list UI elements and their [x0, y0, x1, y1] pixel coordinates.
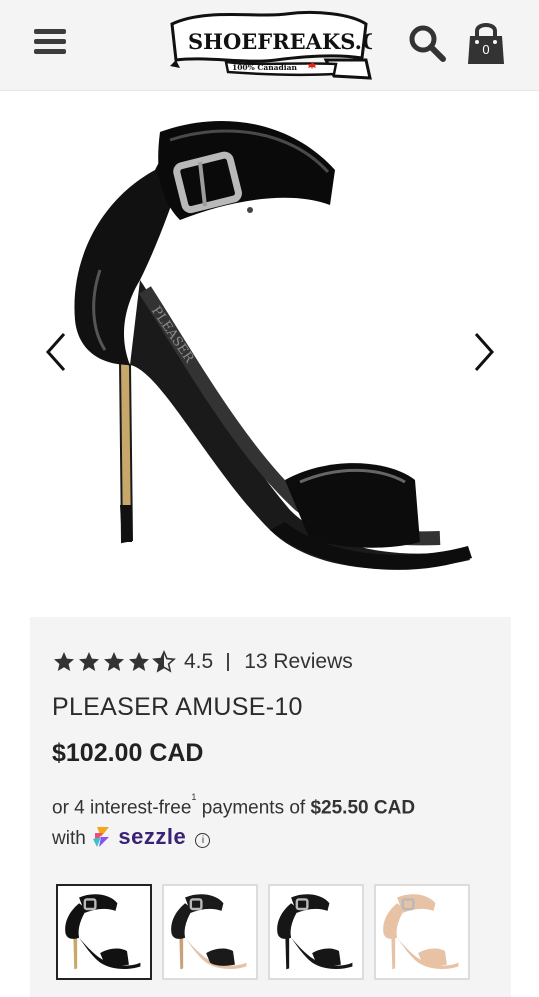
product-image[interactable]: PLEASER: [60, 110, 490, 590]
thumbnail-shoe-image: [383, 894, 459, 970]
installment-amount: $25.50 CAD: [310, 797, 416, 819]
installment-with: with: [52, 828, 86, 850]
thumbnail-shoe-image: [277, 894, 353, 970]
installment-footnote: 1: [191, 792, 197, 802]
menu-button[interactable]: [33, 26, 67, 58]
installment-middle: payments of: [196, 797, 311, 819]
thumbnail-black-nude[interactable]: [162, 884, 258, 980]
logo-text: SHOEFREAKS.CA: [188, 29, 372, 54]
search-icon[interactable]: [406, 22, 448, 64]
thumbnail-strip: [56, 884, 470, 980]
hamburger-icon-bar: [34, 39, 66, 44]
thumbnail-shoe-image: [171, 894, 247, 970]
hamburger-icon-bar: [34, 49, 66, 54]
rating-divider: [227, 653, 230, 671]
star-full-icon: [129, 652, 149, 671]
site-header: SHOEFREAKS.CA 100% Canadian 0: [0, 0, 539, 91]
next-image-arrow-icon[interactable]: [468, 330, 498, 374]
product-info-panel: 4.5 13 Reviews PLEASER AMUSE-10 $102.00 …: [30, 617, 511, 997]
cart-count: 0: [482, 42, 490, 57]
installment-info: or 4 interest-free1 payments of $25.50 C…: [52, 789, 502, 853]
star-full-icon: [104, 652, 124, 671]
logo-tagline: 100% Canadian: [232, 63, 297, 72]
product-price: $102.00 CAD: [52, 739, 204, 767]
star-half-icon: [152, 650, 176, 673]
shoefreaks-logo[interactable]: SHOEFREAKS.CA 100% Canadian: [166, 4, 372, 82]
sezzle-mark-icon: [93, 827, 110, 848]
thumbnail-black-patent[interactable]: [56, 884, 152, 980]
thumbnail-nude-patent[interactable]: [374, 884, 470, 980]
star-rating: [52, 650, 176, 674]
installment-prefix: or 4 interest-free: [52, 797, 192, 819]
thumbnail-shoe-image: [65, 894, 141, 970]
previous-image-arrow-icon[interactable]: [42, 330, 72, 374]
thumbnail-black-suede[interactable]: [268, 884, 364, 980]
rating-row: 4.5 13 Reviews: [52, 647, 353, 677]
star-full-icon: [79, 652, 99, 671]
sezzle-logo-text: sezzle: [118, 824, 187, 850]
reviews-link[interactable]: 13 Reviews: [244, 650, 353, 674]
rating-value: 4.5: [184, 650, 214, 673]
star-full-icon: [54, 652, 74, 671]
product-title: PLEASER AMUSE-10: [52, 693, 303, 721]
hamburger-icon-bar: [34, 29, 66, 34]
cart-button[interactable]: 0: [466, 20, 506, 66]
info-icon[interactable]: i: [195, 833, 211, 849]
